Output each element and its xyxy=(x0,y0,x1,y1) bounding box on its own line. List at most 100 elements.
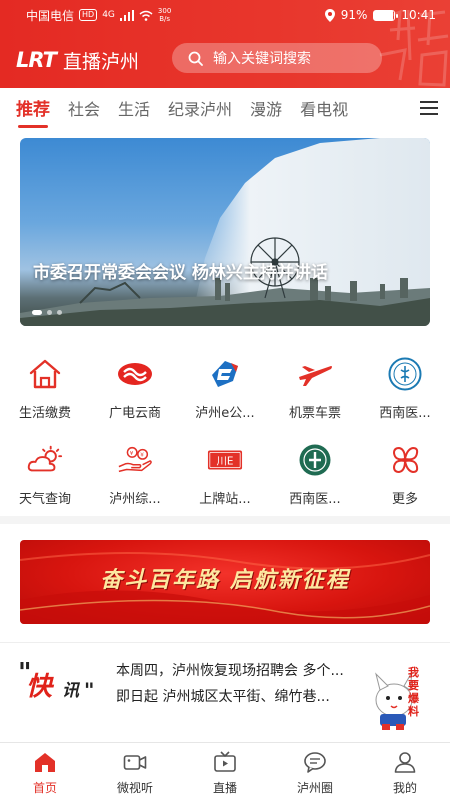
service-row-1: 生活缴费 广电云商 泸州e公... 机票车票 西南医... xyxy=(0,348,450,434)
tab-roaming[interactable]: 漫游 xyxy=(250,88,282,132)
news-flash-item[interactable]: 即日起 泸州城区太平街、绵竹巷... xyxy=(116,686,378,706)
service-label: 广电云商 xyxy=(108,406,161,421)
carousel-dot xyxy=(32,310,42,315)
app-name: 直播泸州 xyxy=(62,50,139,73)
nav-label: 首页 xyxy=(32,781,57,795)
service-southwest-hospital-2[interactable]: 西南医... xyxy=(270,434,360,520)
banner-carousel[interactable]: 市委召开常委会会议 杨林兴主持并讲话 xyxy=(20,138,430,326)
battery-level xyxy=(374,10,393,20)
network-speed-value: 300 xyxy=(157,7,172,15)
tab-life[interactable]: 生活 xyxy=(118,88,150,132)
service-label: 上牌站... xyxy=(199,492,251,507)
carousel-dot xyxy=(47,310,52,315)
service-label: 西南医... xyxy=(289,492,341,507)
section-divider xyxy=(0,642,450,643)
hd-badge: HD xyxy=(79,9,98,21)
nav-label: 我的 xyxy=(392,781,417,795)
license-plate-icon: 川E xyxy=(207,442,243,478)
promo-banner[interactable]: 奋斗百年路 启航新征程 xyxy=(20,540,430,624)
news-flash-badge: " 快 讯 " xyxy=(18,658,100,706)
banner-photo xyxy=(20,138,430,326)
flash-badge-main: 快 xyxy=(26,672,53,702)
promo-slogan: 奋斗百年路 启航新征程 xyxy=(100,567,350,593)
report-label[interactable]: 我要爆料 xyxy=(408,666,428,718)
nav-label: 微视听 xyxy=(116,781,153,795)
service-life-payment[interactable]: 生活缴费 xyxy=(0,348,90,434)
network-speed: 300 B/s xyxy=(158,7,171,23)
service-tickets[interactable]: 机票车票 xyxy=(270,348,360,434)
service-weather[interactable]: 天气查询 xyxy=(0,434,90,520)
app-bar: LRT 直播泸州 输入关键词搜索 xyxy=(0,40,450,80)
carousel-dot xyxy=(57,310,62,315)
plate-text: 川E xyxy=(217,455,234,467)
tabs-fade xyxy=(392,88,420,132)
service-luzhou-comprehensive[interactable]: ¥ ¥ 泸州综... xyxy=(90,434,180,520)
house-icon xyxy=(27,356,63,392)
svg-text:¥: ¥ xyxy=(140,453,144,459)
service-label: 泸州综... xyxy=(109,492,161,507)
nav-label: 泸州圈 xyxy=(296,781,333,795)
news-flash-item[interactable]: 本周四，泸州恢复现场招聘会 多个... xyxy=(116,660,378,680)
header: 中国电信 HD 4G 300 B/s 91% 10:41 LRT 直播泸州 输入… xyxy=(0,0,450,88)
clock-time: 10:41 xyxy=(401,8,436,22)
search-input[interactable]: 输入关键词搜索 xyxy=(172,43,382,73)
nav-live[interactable]: 直播 xyxy=(180,743,270,800)
airplane-icon xyxy=(297,356,333,392)
cloud-mall-icon xyxy=(117,356,153,392)
battery-icon xyxy=(373,9,399,21)
service-southwest-hospital[interactable]: 西南医... xyxy=(360,348,450,434)
category-tabs: 推荐 社会 生活 纪录泸州 漫游 看电视 xyxy=(0,88,450,132)
service-label: 机票车票 xyxy=(288,406,341,421)
nav-label: 直播 xyxy=(212,781,237,795)
search-placeholder: 输入关键词搜索 xyxy=(213,51,311,67)
service-label: 更多 xyxy=(391,492,418,507)
service-label: 西南医... xyxy=(379,406,431,421)
flash-badge-sub: 讯 xyxy=(62,681,79,701)
nav-mine[interactable]: 我的 xyxy=(360,743,450,800)
svg-text:¥: ¥ xyxy=(130,451,134,457)
nav-luzhou-circle[interactable]: 泸州圈 xyxy=(270,743,360,800)
service-label: 生活缴费 xyxy=(18,406,71,421)
battery-percent: 91% xyxy=(340,8,368,22)
app-logo[interactable]: LRT 直播泸州 xyxy=(16,47,139,74)
service-grid: 生活缴费 广电云商 泸州e公... 机票车票 西南医... 天气查询 ¥ ¥ 泸… xyxy=(0,348,450,520)
service-row-2: 天气查询 ¥ ¥ 泸州综... 川E 上牌站... 西南医... 更多 xyxy=(0,434,450,520)
hospital-emblem-icon xyxy=(387,356,423,392)
chat-bubble-icon xyxy=(304,752,326,773)
hospital-emblem-icon xyxy=(297,442,333,478)
status-bar: 中国电信 HD 4G 300 B/s 91% 10:41 xyxy=(0,0,450,30)
banner-headline[interactable]: 市委召开常委会会议 杨林兴主持并讲话 xyxy=(33,258,328,283)
tab-documentary[interactable]: 纪录泸州 xyxy=(168,88,232,132)
carrier-name: 中国电信 xyxy=(26,8,75,23)
hand-coins-icon: ¥ ¥ xyxy=(117,442,153,478)
nav-home[interactable]: 首页 xyxy=(0,743,90,800)
nav-micro-video[interactable]: 微视听 xyxy=(90,743,180,800)
weather-icon xyxy=(27,442,63,478)
service-luzhou-bus[interactable]: 泸州e公... xyxy=(180,348,270,434)
search-icon xyxy=(188,51,203,66)
more-icon xyxy=(387,442,423,478)
tv-icon xyxy=(214,751,236,772)
signal-icon xyxy=(119,9,134,21)
app-screen: 中国电信 HD 4G 300 B/s 91% 10:41 LRT 直播泸州 输入… xyxy=(0,0,450,800)
quote-mark-icon: " xyxy=(84,678,95,702)
network-type: 4G xyxy=(102,10,115,20)
logo-mark: LRT xyxy=(16,48,57,72)
service-label: 泸州e公... xyxy=(195,406,255,421)
wifi-icon xyxy=(139,10,153,21)
carousel-indicator xyxy=(32,310,62,315)
user-icon xyxy=(394,752,416,773)
network-speed-unit: B/s xyxy=(159,15,170,23)
menu-icon[interactable] xyxy=(420,101,438,117)
bus-e-icon xyxy=(207,356,243,392)
bottom-navigation: 首页 微视听 直播 泸州圈 我的 xyxy=(0,742,450,800)
tab-watch-tv[interactable]: 看电视 xyxy=(300,88,348,132)
service-more[interactable]: 更多 xyxy=(360,434,450,520)
tab-society[interactable]: 社会 xyxy=(68,88,100,132)
home-icon xyxy=(35,753,55,772)
service-plate-station[interactable]: 川E 上牌站... xyxy=(180,434,270,520)
video-camera-icon xyxy=(123,755,147,770)
tab-recommend[interactable]: 推荐 xyxy=(16,88,50,132)
location-icon xyxy=(324,8,335,22)
service-cloud-mall[interactable]: 广电云商 xyxy=(90,348,180,434)
